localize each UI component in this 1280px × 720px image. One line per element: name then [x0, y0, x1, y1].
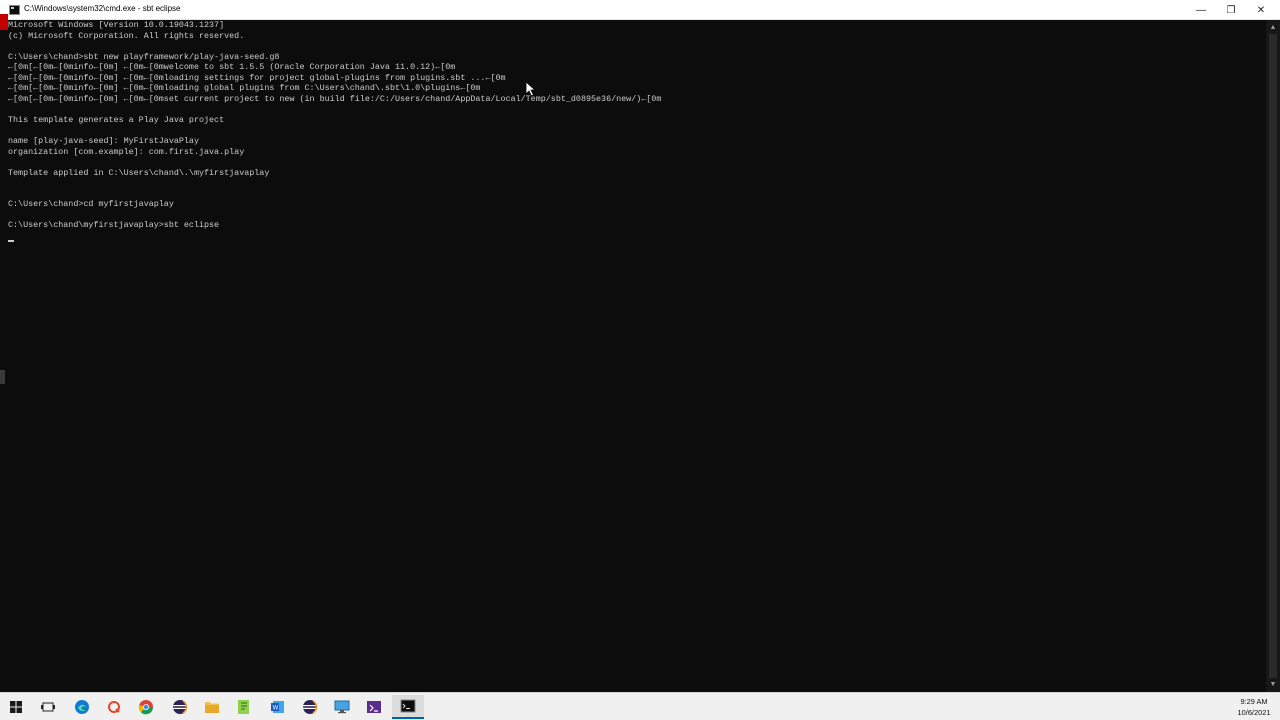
notepad-plus-button[interactable]	[228, 695, 260, 719]
chrome-button[interactable]	[130, 695, 162, 719]
task-view-icon	[41, 701, 55, 713]
terminal-line: C:\Users\chand>sbt new playframework/pla…	[8, 51, 280, 62]
terminal-line: Template applied in C:\Users\chand\.\myf…	[8, 167, 270, 178]
mouse-pointer-icon	[525, 81, 537, 97]
word-icon: W	[270, 699, 286, 715]
svg-text:W: W	[273, 706, 279, 712]
vertical-scrollbar[interactable]: ▲ ▼	[1266, 20, 1280, 692]
q-icon	[107, 700, 121, 714]
minimize-button[interactable]: —	[1186, 0, 1216, 20]
eclipse-icon	[172, 699, 188, 715]
text-cursor	[8, 240, 14, 242]
chrome-icon	[138, 699, 154, 715]
clock-time: 9:29 AM	[1240, 697, 1268, 706]
visual-studio-button[interactable]	[358, 695, 390, 719]
remote-desktop-icon	[334, 700, 350, 714]
terminal-line: ←[0m[←[0m←[0minfo←[0m] ←[0m←[0mloading g…	[8, 83, 481, 94]
scroll-down-arrow-icon[interactable]: ▼	[1266, 680, 1280, 690]
terminal-output[interactable]: Microsoft Windows [Version 10.0.19043.12…	[8, 20, 1266, 690]
terminal-line: name [play-java-seed]: MyFirstJavaPlay	[8, 136, 199, 147]
windows-logo-icon	[10, 701, 22, 713]
remote-desktop-button[interactable]	[326, 695, 358, 719]
terminal-line: ←[0m[←[0m←[0minfo←[0m] ←[0m←[0mwelcome t…	[8, 62, 456, 73]
visual-studio-icon	[366, 699, 382, 715]
terminal-line: ←[0m[←[0m←[0minfo←[0m] ←[0m←[0mset curre…	[8, 93, 662, 104]
eclipse-2-button[interactable]	[294, 695, 326, 719]
system-clock[interactable]: 9:29 AM 10/6/2021	[1230, 696, 1278, 718]
word-button[interactable]: W	[262, 695, 294, 719]
terminal-line: C:\Users\chand\myfirstjavaplay>sbt eclip…	[8, 220, 220, 231]
notepad-icon	[236, 699, 252, 715]
eclipse-icon	[302, 699, 318, 715]
start-button[interactable]	[0, 695, 32, 719]
left-edge-handle	[0, 370, 5, 384]
cmd-icon	[400, 699, 416, 713]
terminal-line: Microsoft Windows [Version 10.0.19043.12…	[8, 20, 225, 30]
scroll-thumb[interactable]	[1269, 34, 1277, 678]
close-button[interactable]: ✕	[1246, 0, 1276, 20]
maximize-button[interactable]: ❐	[1216, 0, 1246, 20]
taskbar: 9:29 AM 10/6/2021 W	[0, 692, 1280, 720]
clock-date: 10/6/2021	[1237, 708, 1271, 717]
cmd-window-icon	[9, 5, 20, 15]
edge-icon	[74, 699, 90, 715]
eclipse-button[interactable]	[164, 695, 196, 719]
folder-icon	[204, 700, 220, 714]
terminal-line: organization [com.example]: com.first.ja…	[8, 146, 245, 157]
terminal-line: This template generates a Play Java proj…	[8, 114, 225, 125]
window-title: C:\Windows\system32\cmd.exe - sbt eclips…	[24, 4, 181, 13]
terminal-line: ←[0m[←[0m←[0minfo←[0m] ←[0m←[0mloading s…	[8, 72, 506, 83]
cmd-button[interactable]	[392, 695, 424, 719]
terminal-line: C:\Users\chand>cd myfirstjavaplay	[8, 199, 174, 210]
title-bar[interactable]: C:\Windows\system32\cmd.exe - sbt eclips…	[0, 0, 1280, 20]
edge-button[interactable]	[66, 695, 98, 719]
red-edge-marker	[0, 14, 8, 30]
terminal-line: (c) Microsoft Corporation. All rights re…	[8, 30, 245, 41]
task-view-button[interactable]	[32, 695, 64, 719]
file-explorer-button[interactable]	[196, 695, 228, 719]
scroll-up-arrow-icon[interactable]: ▲	[1266, 23, 1280, 33]
search-app-button[interactable]	[98, 695, 130, 719]
